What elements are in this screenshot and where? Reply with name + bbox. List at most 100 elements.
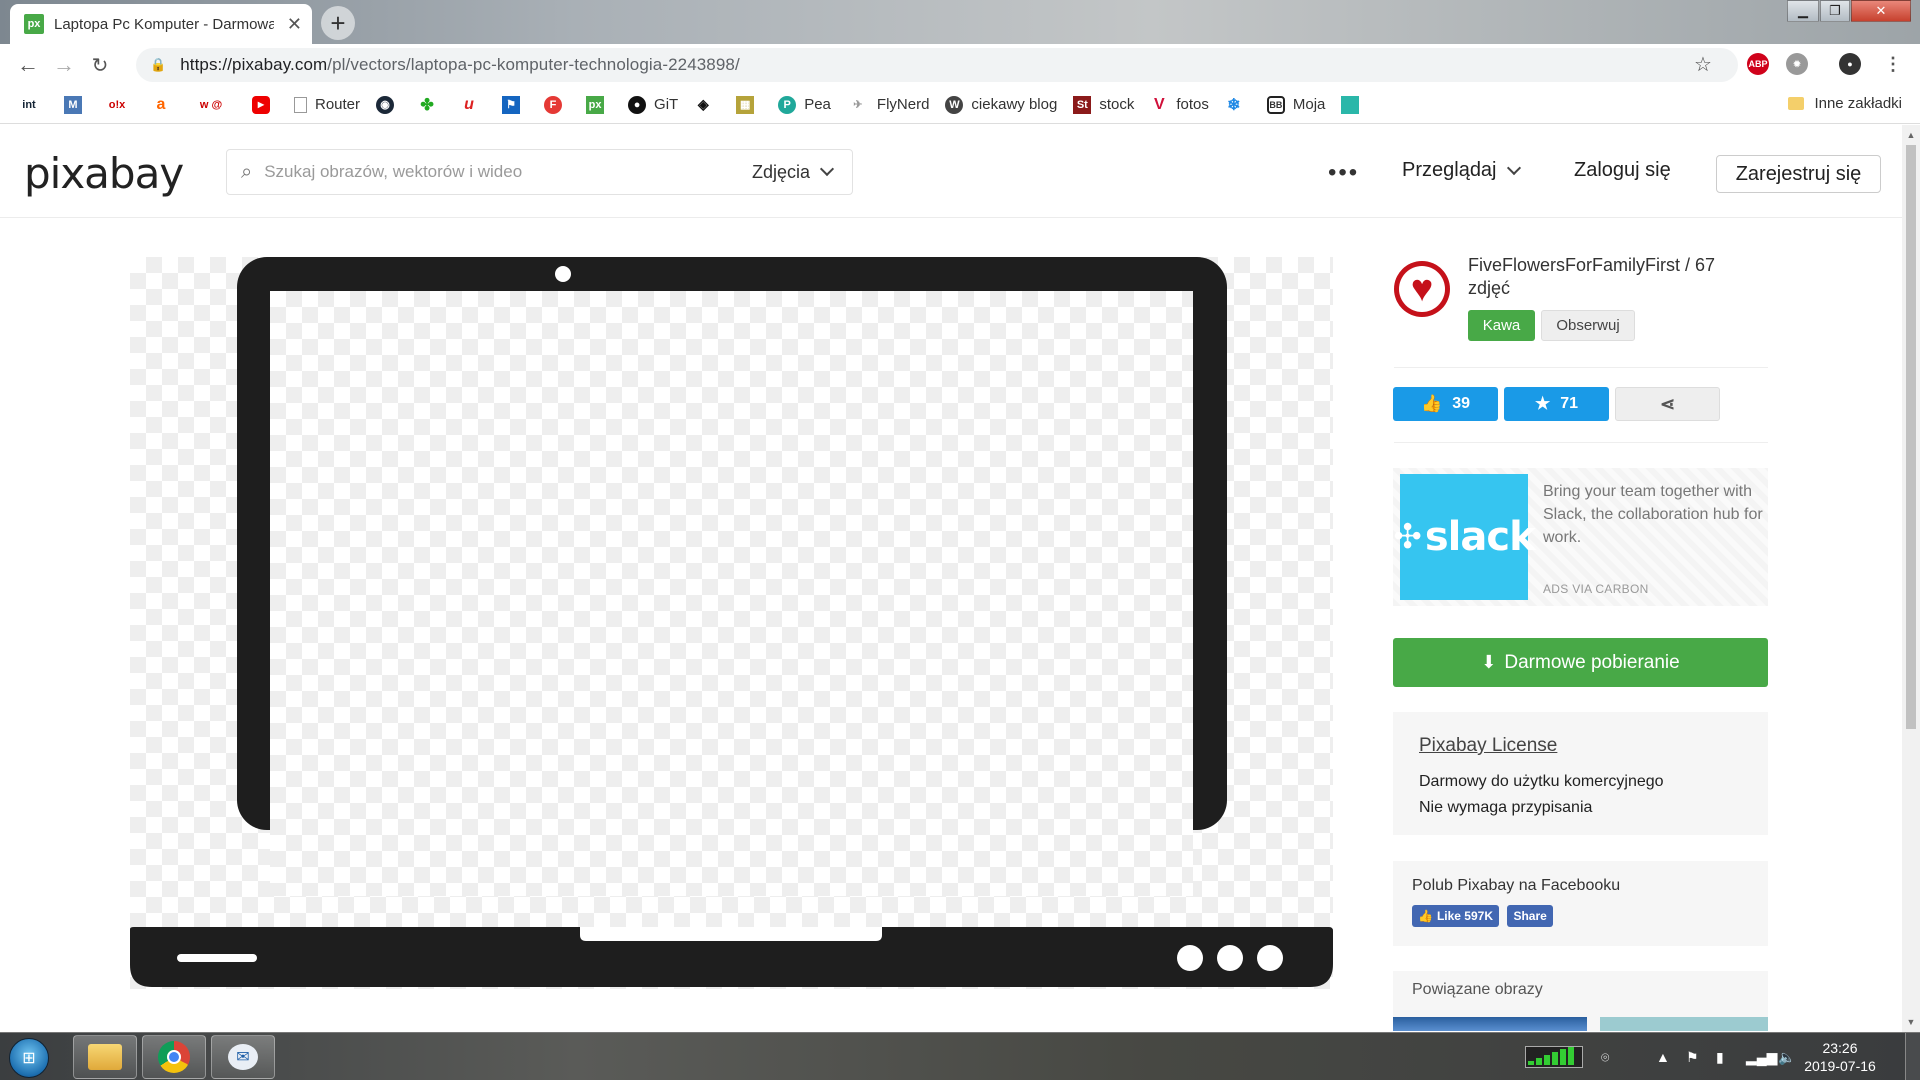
signal-bars-icon[interactable]: ▂▄▆ <box>1746 1033 1777 1080</box>
bookmark-youtube[interactable]: ▶ <box>252 95 278 114</box>
profile-avatar-icon[interactable]: ● <box>1839 53 1861 75</box>
bookmark-pea[interactable]: P Pea <box>778 95 831 114</box>
site-header: pixabay ⌕ Zdjęcia ••• Przeglądaj Zaloguj… <box>0 125 1902 218</box>
battery-icon[interactable]: ▮ <box>1716 1033 1724 1080</box>
bookmark-moja[interactable]: BB Moja <box>1266 95 1325 114</box>
other-bookmarks[interactable]: Inne zakładki <box>1788 95 1902 112</box>
address-bar[interactable]: 🔒 https://pixabay.com/pl/vectors/laptopa… <box>136 48 1738 82</box>
bookmark-teal[interactable] <box>1341 95 1367 114</box>
browser-tab[interactable]: px Laptopa Pc Komputer - Darmowa ✕ <box>10 4 312 44</box>
browse-label: Przeglądaj <box>1402 159 1497 181</box>
related-thumbnail[interactable] <box>1600 1017 1768 1031</box>
search-icon[interactable]: ⌕ <box>241 161 252 184</box>
mail-icon: ✉ <box>228 1044 258 1070</box>
flynerd-icon: ✈ <box>853 99 863 111</box>
ad-text[interactable]: Bring your team together with Slack, the… <box>1543 480 1763 549</box>
bookmark-stock[interactable]: St stock <box>1073 95 1135 114</box>
uploader-avatar[interactable]: ♥ <box>1394 261 1450 317</box>
ad-via[interactable]: ADS VIA CARBON <box>1543 582 1649 596</box>
share-icon: ⋖ <box>1659 393 1676 414</box>
facebook-share-button[interactable]: Share <box>1507 905 1553 927</box>
new-tab-button[interactable]: + <box>321 6 355 40</box>
bookmark-flag[interactable]: ⚑ <box>502 95 528 114</box>
bookmark-swirl[interactable]: ✤ <box>418 96 444 114</box>
bookmark-star-icon[interactable]: ☆ <box>1694 52 1712 77</box>
related-thumbnail[interactable] <box>1393 1017 1587 1031</box>
bookmark-int[interactable]: int <box>18 96 48 114</box>
close-tab-icon[interactable]: ✕ <box>287 14 302 35</box>
license-link[interactable]: Pixabay License <box>1419 735 1742 757</box>
download-button[interactable]: ⬇ Darmowe pobieranie <box>1393 638 1768 687</box>
pixabay-logo[interactable]: pixabay <box>24 149 184 198</box>
share-button[interactable]: ⋖ <box>1615 387 1720 421</box>
facebook-like-button[interactable]: 👍 Like 597K <box>1412 905 1499 927</box>
back-icon[interactable]: ← <box>10 47 46 83</box>
network-signal-icon[interactable] <box>1525 1033 1583 1080</box>
tab-title: Laptopa Pc Komputer - Darmowa <box>54 15 274 33</box>
bookmark-fotos[interactable]: Vfotos <box>1150 96 1209 114</box>
reload-icon[interactable]: ↻ <box>82 47 118 83</box>
search-input[interactable] <box>264 162 685 182</box>
uploader-name[interactable]: FiveFlowersForFamilyFirst / 67 zdjęć <box>1468 254 1748 300</box>
bookmark-snowflake[interactable]: ❄ <box>1225 96 1251 114</box>
bookmark-codepen[interactable]: ◈ <box>694 96 720 114</box>
scroll-down-icon[interactable]: ▼ <box>1902 1014 1920 1030</box>
bookmark-pic[interactable]: ▦ <box>736 95 762 114</box>
extension-gear-icon[interactable]: ✹ <box>1786 53 1808 75</box>
base-dot <box>1177 945 1203 971</box>
login-link[interactable]: Zaloguj się <box>1574 159 1671 182</box>
bookmark-blog[interactable]: Wciekawy blog <box>945 95 1057 114</box>
lock-icon: 🔒 <box>150 57 167 72</box>
like-button[interactable]: 👍 39 <box>1393 387 1498 421</box>
close-window-button[interactable]: ✕ <box>1851 0 1911 22</box>
bookmark-olx[interactable]: o!x <box>106 96 136 114</box>
bookmark-m[interactable]: M <box>64 95 90 114</box>
bookmark-steam[interactable]: ◉ <box>376 95 402 114</box>
action-center-flag-icon[interactable]: ⚑ <box>1686 1033 1699 1080</box>
bookmark-pixabay[interactable]: px <box>586 95 612 114</box>
bookmark-router[interactable]: Router <box>294 96 360 113</box>
slack-logo-icon: ✣ <box>1393 517 1421 557</box>
ad-image[interactable]: ✣ slack <box>1393 474 1536 600</box>
search-type-dropdown[interactable]: Zdjęcia <box>752 162 835 183</box>
bookmark-f[interactable]: F <box>544 95 570 114</box>
taskbar-explorer[interactable] <box>73 1035 137 1079</box>
minimize-button[interactable]: ▁ <box>1787 0 1819 22</box>
menu-kebab-icon[interactable]: ⋮ <box>1882 53 1904 75</box>
follow-button[interactable]: Obserwuj <box>1541 310 1635 341</box>
taskbar-chrome[interactable] <box>142 1035 206 1079</box>
facebook-title: Polub Pixabay na Facebooku <box>1412 877 1621 894</box>
show-desktop-button[interactable] <box>1905 1033 1920 1080</box>
start-button[interactable]: ⊞ <box>9 1038 49 1078</box>
system-clock[interactable]: 23:26 2019-07-16 <box>1800 1039 1880 1075</box>
browser-titlebar: px Laptopa Pc Komputer - Darmowa ✕ + ▁ ❐… <box>0 0 1920 44</box>
bookmark-flynerd[interactable]: ✈ FlyNerd <box>847 96 929 114</box>
forward-icon[interactable]: → <box>46 47 82 83</box>
coffee-button[interactable]: Kawa <box>1468 310 1535 341</box>
bookmark-wp[interactable]: w @ <box>194 96 236 114</box>
show-hidden-icons[interactable]: ▲ <box>1656 1033 1670 1080</box>
wp-mail-icon: w @ <box>199 98 223 111</box>
license-line: Darmowy do użytku komercyjnego <box>1419 773 1664 790</box>
sponsored-ad[interactable]: ✣ slack Bring your team together with Sl… <box>1393 468 1768 606</box>
maximize-button[interactable]: ❐ <box>1820 0 1850 22</box>
bookmark-github[interactable]: ● GiT <box>628 95 678 114</box>
bookmark-label: stock <box>1099 96 1135 113</box>
page-scrollbar[interactable]: ▲ ▼ <box>1902 125 1920 1032</box>
bookmark-allegro[interactable]: a <box>152 96 178 114</box>
main-image[interactable] <box>130 257 1333 989</box>
browse-menu[interactable]: Przeglądaj <box>1402 159 1521 182</box>
swirl-icon: ✤ <box>420 96 434 114</box>
bookmark-u[interactable]: u <box>460 96 486 114</box>
wordpress-icon: W <box>945 95 964 114</box>
register-button[interactable]: Zarejestruj się <box>1716 155 1881 193</box>
wireless-icon[interactable]: ⌾ <box>1601 1033 1609 1080</box>
browser-toolbar: ← → ↻ 🔒 https://pixabay.com/pl/vectors/l… <box>0 44 1920 86</box>
scroll-up-icon[interactable]: ▲ <box>1902 127 1920 143</box>
favorite-button[interactable]: ★ 71 <box>1504 387 1609 421</box>
scroll-thumb[interactable] <box>1906 145 1916 729</box>
volume-icon[interactable]: 🔈 <box>1778 1033 1795 1080</box>
taskbar-mail[interactable]: ✉ <box>211 1035 275 1079</box>
more-menu-icon[interactable]: ••• <box>1328 159 1359 187</box>
adblock-icon[interactable]: ABP <box>1747 53 1769 75</box>
